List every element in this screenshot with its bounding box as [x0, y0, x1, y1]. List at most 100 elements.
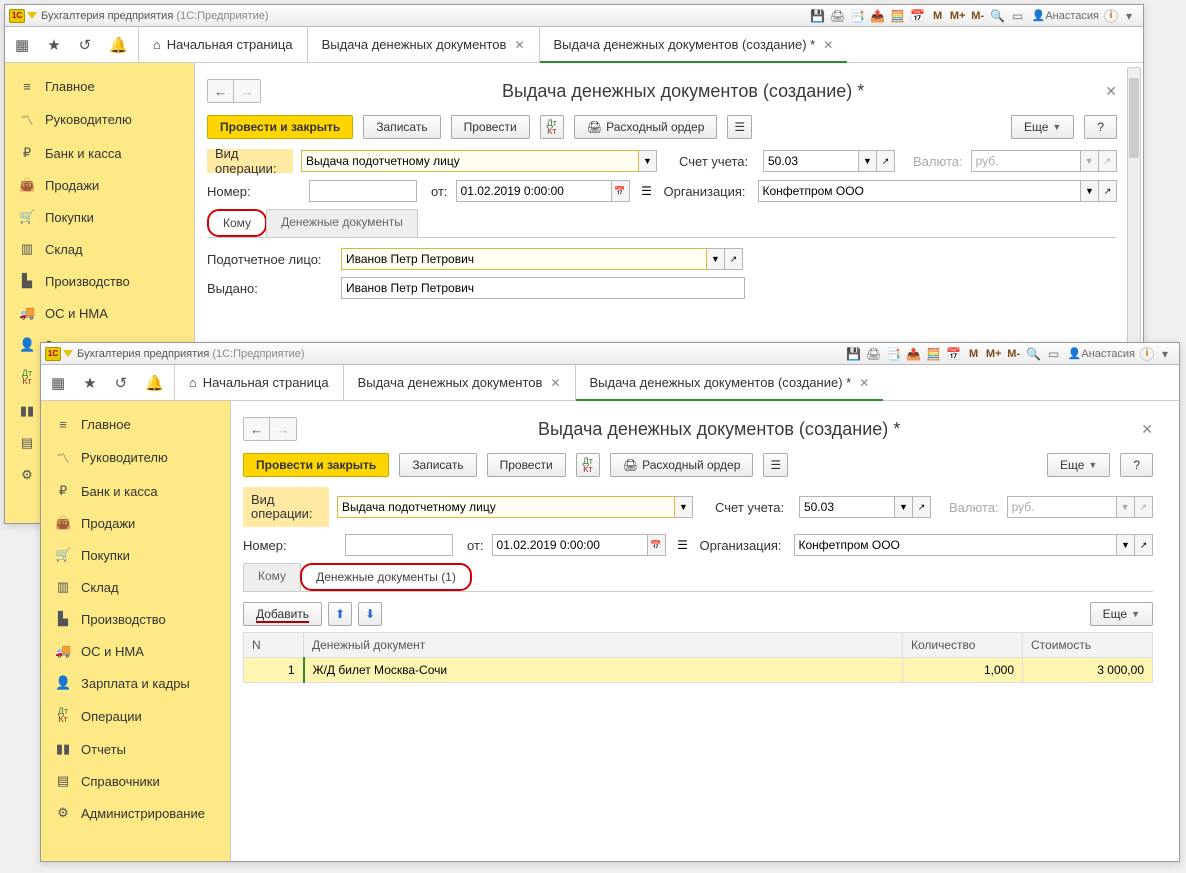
- tab-whom[interactable]: Кому: [243, 563, 301, 591]
- star-icon[interactable]: ★: [47, 36, 60, 54]
- back-button[interactable]: ←: [244, 418, 270, 440]
- account-input[interactable]: 50.03: [799, 496, 895, 518]
- issued-input[interactable]: Иванов Петр Петрович: [341, 277, 745, 299]
- org-input[interactable]: Конфетпром ООО: [758, 180, 1081, 202]
- sidebar-item-purchases[interactable]: 🛒Покупки: [5, 201, 194, 233]
- sidebar-item-hr[interactable]: 👤Зарплата и кадры: [41, 667, 230, 699]
- sidebar-item-warehouse[interactable]: ▥Склад: [5, 233, 194, 265]
- dropdown-icon[interactable]: ▼: [1117, 534, 1135, 556]
- number-input[interactable]: [345, 534, 453, 556]
- compare-icon[interactable]: 📑: [849, 7, 867, 25]
- person-input[interactable]: Иванов Петр Петрович: [341, 248, 707, 270]
- open-icon[interactable]: ↗: [1099, 180, 1117, 202]
- title-menu-icon[interactable]: ▾: [1156, 345, 1174, 363]
- open-icon[interactable]: ↗: [1135, 534, 1153, 556]
- structure-button[interactable]: ☰: [763, 453, 788, 477]
- tab-home[interactable]: ⌂ Начальная страница: [174, 365, 343, 400]
- calc-icon[interactable]: 🧮: [925, 345, 943, 363]
- move-down-button[interactable]: ⬇: [358, 602, 382, 626]
- memory-m-icon[interactable]: M: [929, 7, 947, 25]
- memory-m-icon[interactable]: M: [965, 345, 983, 363]
- close-icon[interactable]: ✕: [823, 38, 833, 52]
- op-type-select[interactable]: Выдача подотчетному лицу: [337, 496, 675, 518]
- close-icon[interactable]: ✕: [550, 376, 560, 390]
- cell-cost[interactable]: 3 000,00: [1023, 658, 1153, 683]
- post-and-close-button[interactable]: Провести и закрыть: [243, 453, 389, 477]
- table-row[interactable]: 1 Ж/Д билет Москва-Сочи 1,000 3 000,00: [244, 658, 1153, 683]
- expense-order-button[interactable]: 🖨 Расходный ордер: [610, 453, 754, 477]
- apps-icon[interactable]: ▦: [51, 374, 65, 392]
- sidebar-item-manager[interactable]: 〽Руководителю: [5, 102, 194, 137]
- number-input[interactable]: [309, 180, 417, 202]
- sidebar-item-sales[interactable]: 👜Продажи: [41, 507, 230, 539]
- memory-mplus-icon[interactable]: M+: [985, 345, 1003, 363]
- user-menu[interactable]: 👤 Анастасия: [1029, 7, 1102, 25]
- tab-doc-active[interactable]: Выдача денежных документов (создание) * …: [575, 365, 884, 400]
- date-input[interactable]: 01.02.2019 0:00:00: [492, 534, 648, 556]
- print-icon[interactable]: 🖨: [829, 7, 847, 25]
- calendar-icon[interactable]: 📅: [945, 345, 963, 363]
- help-button[interactable]: ?: [1084, 115, 1117, 139]
- bell-icon[interactable]: 🔔: [109, 36, 128, 54]
- export-icon[interactable]: 📤: [905, 345, 923, 363]
- info-icon[interactable]: i: [1104, 9, 1118, 23]
- list-icon[interactable]: ☰: [638, 184, 656, 198]
- page-close-button[interactable]: ✕: [1141, 421, 1153, 438]
- table-more-button[interactable]: Еще ▼: [1090, 602, 1153, 626]
- more-button[interactable]: Еще ▼: [1011, 115, 1074, 139]
- sidebar-item-bank[interactable]: ₽Банк и касса: [5, 137, 194, 169]
- page-close-button[interactable]: ✕: [1105, 83, 1117, 100]
- calendar-icon[interactable]: 📅: [909, 7, 927, 25]
- open-icon[interactable]: ↗: [725, 248, 743, 270]
- op-type-select[interactable]: Выдача подотчетному лицу: [301, 150, 639, 172]
- sidebar-item-purchases[interactable]: 🛒Покупки: [41, 539, 230, 571]
- sidebar-item-refs[interactable]: ▤Справочники: [41, 765, 230, 797]
- dtkt-button[interactable]: ДтКт: [576, 453, 600, 477]
- post-button[interactable]: Провести: [487, 453, 566, 477]
- structure-button[interactable]: ☰: [727, 115, 752, 139]
- history-icon[interactable]: ↺: [79, 36, 92, 54]
- move-up-button[interactable]: ⬆: [328, 602, 352, 626]
- sidebar-item-warehouse[interactable]: ▥Склад: [41, 571, 230, 603]
- star-icon[interactable]: ★: [83, 374, 96, 392]
- calc-icon[interactable]: 🧮: [889, 7, 907, 25]
- dropdown-icon[interactable]: ▼: [707, 248, 725, 270]
- dropdown-icon[interactable]: ▼: [639, 150, 657, 172]
- back-button[interactable]: ←: [208, 80, 234, 102]
- post-and-close-button[interactable]: Провести и закрыть: [207, 115, 353, 139]
- sidebar-item-manager[interactable]: 〽Руководителю: [41, 440, 230, 475]
- save-button[interactable]: Записать: [363, 115, 440, 139]
- forward-button[interactable]: →: [270, 418, 296, 440]
- open-icon[interactable]: ↗: [913, 496, 931, 518]
- date-input[interactable]: 01.02.2019 0:00:00: [456, 180, 612, 202]
- compare-icon[interactable]: 📑: [885, 345, 903, 363]
- col-qty[interactable]: Количество: [903, 633, 1023, 658]
- zoom-icon[interactable]: 🔍: [989, 7, 1007, 25]
- sidebar-item-assets[interactable]: 🚚ОС и НМА: [41, 635, 230, 667]
- history-icon[interactable]: ↺: [115, 374, 128, 392]
- cell-doc[interactable]: Ж/Д билет Москва-Сочи: [304, 658, 903, 683]
- add-row-button[interactable]: Добавить: [243, 602, 322, 626]
- memory-mminus-icon[interactable]: M-: [1005, 345, 1023, 363]
- bell-icon[interactable]: 🔔: [145, 374, 164, 392]
- apps-icon[interactable]: ▦: [15, 36, 29, 54]
- calendar-icon[interactable]: 📅: [612, 180, 630, 202]
- tab-list[interactable]: Выдача денежных документов ✕: [307, 27, 539, 62]
- col-doc[interactable]: Денежный документ: [304, 633, 903, 658]
- dropdown-icon[interactable]: ▼: [675, 496, 693, 518]
- memory-mplus-icon[interactable]: M+: [949, 7, 967, 25]
- user-menu[interactable]: 👤 Анастасия: [1065, 345, 1138, 363]
- expense-order-button[interactable]: 🖨 Расходный ордер: [574, 115, 718, 139]
- sidebar-item-bank[interactable]: ₽Банк и касса: [41, 475, 230, 507]
- export-icon[interactable]: 📤: [869, 7, 887, 25]
- dropdown-icon[interactable]: ▼: [895, 496, 913, 518]
- sidebar-item-production[interactable]: ▙Производство: [5, 265, 194, 297]
- calendar-icon[interactable]: 📅: [648, 534, 666, 556]
- sidebar-item-main[interactable]: ≡Главное: [5, 71, 194, 102]
- more-button[interactable]: Еще ▼: [1047, 453, 1110, 477]
- tab-money-docs[interactable]: Денежные документы: [266, 209, 418, 237]
- dtkt-button[interactable]: ДтКт: [540, 115, 564, 139]
- close-icon[interactable]: ✕: [514, 38, 524, 52]
- zoom-icon[interactable]: 🔍: [1025, 345, 1043, 363]
- post-button[interactable]: Провести: [451, 115, 530, 139]
